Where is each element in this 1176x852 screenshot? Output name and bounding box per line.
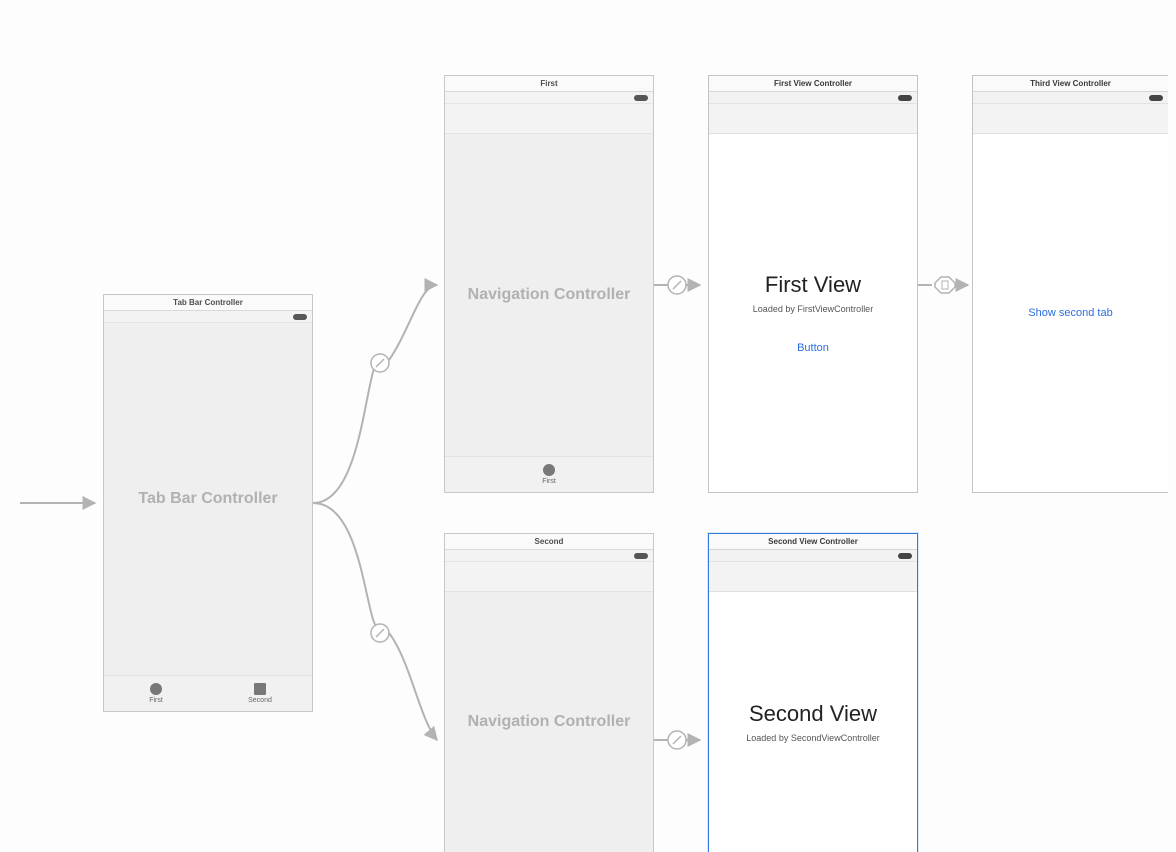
placeholder-label: Navigation Controller bbox=[468, 713, 631, 731]
scene-title-label: Third View Controller bbox=[1030, 79, 1111, 88]
view-subtitle: Loaded by SecondViewController bbox=[746, 733, 879, 743]
status-bar bbox=[973, 92, 1168, 104]
square-icon bbox=[254, 683, 266, 695]
show-second-tab-button[interactable]: Show second tab bbox=[1028, 307, 1112, 319]
tab-item-first[interactable]: First bbox=[104, 676, 208, 711]
tab-item-label: Second bbox=[248, 697, 272, 704]
tab-item-label: First bbox=[542, 478, 556, 485]
scene-title: First bbox=[445, 76, 653, 92]
tab-bar: First Second bbox=[104, 675, 312, 711]
tab-bar: First bbox=[445, 456, 653, 492]
tab-item-label: First bbox=[149, 697, 163, 704]
scene-title-label: Second View Controller bbox=[768, 537, 858, 546]
scene-body: Second View Loaded by SecondViewControll… bbox=[709, 592, 917, 852]
circle-icon bbox=[543, 464, 555, 476]
navigation-bar bbox=[973, 104, 1168, 134]
view-subtitle: Loaded by FirstViewController bbox=[753, 304, 873, 314]
scene-title-label: Second bbox=[535, 537, 564, 546]
scene-navigation-controller-second[interactable]: Second Navigation Controller bbox=[444, 533, 654, 852]
placeholder-label: Tab Bar Controller bbox=[138, 490, 277, 508]
scene-body: Show second tab bbox=[973, 134, 1168, 492]
scene-title: Tab Bar Controller bbox=[104, 295, 312, 311]
scene-title: Second bbox=[445, 534, 653, 550]
scene-title-label: First bbox=[540, 79, 557, 88]
battery-icon bbox=[898, 553, 912, 559]
scene-body: Navigation Controller bbox=[445, 592, 653, 852]
scene-first-view-controller[interactable]: First View Controller First View Loaded … bbox=[708, 75, 918, 493]
navigation-bar bbox=[709, 562, 917, 592]
scene-second-view-controller[interactable]: Second View Controller Second View Loade… bbox=[708, 533, 918, 852]
scene-title-label: First View Controller bbox=[774, 79, 852, 88]
tab-item-second[interactable]: Second bbox=[208, 676, 312, 711]
battery-icon bbox=[898, 95, 912, 101]
view-heading: First View bbox=[765, 272, 861, 298]
battery-icon bbox=[1149, 95, 1163, 101]
navigation-bar bbox=[445, 104, 653, 134]
scene-navigation-controller-first[interactable]: First Navigation Controller First bbox=[444, 75, 654, 493]
status-bar bbox=[709, 550, 917, 562]
circle-icon bbox=[150, 683, 162, 695]
status-bar bbox=[709, 92, 917, 104]
navigation-bar bbox=[709, 104, 917, 134]
status-bar bbox=[445, 550, 653, 562]
scene-body: Tab Bar Controller bbox=[104, 323, 312, 675]
scene-third-view-controller[interactable]: Third View Controller Show second tab bbox=[972, 75, 1168, 493]
tab-item-first[interactable]: First bbox=[445, 457, 653, 492]
placeholder-label: Navigation Controller bbox=[468, 286, 631, 304]
status-bar bbox=[445, 92, 653, 104]
battery-icon bbox=[634, 95, 648, 101]
scene-body: First View Loaded by FirstViewController… bbox=[709, 134, 917, 492]
scene-body: Navigation Controller bbox=[445, 134, 653, 456]
battery-icon bbox=[634, 553, 648, 559]
scene-title: Second View Controller bbox=[709, 534, 917, 550]
scene-tab-bar-controller[interactable]: Tab Bar Controller Tab Bar Controller Fi… bbox=[103, 294, 313, 712]
navigation-bar bbox=[445, 562, 653, 592]
status-bar bbox=[104, 311, 312, 323]
scene-title: Third View Controller bbox=[973, 76, 1168, 92]
scene-title-label: Tab Bar Controller bbox=[173, 298, 243, 307]
battery-icon bbox=[293, 314, 307, 320]
view-heading: Second View bbox=[749, 701, 877, 727]
scene-title: First View Controller bbox=[709, 76, 917, 92]
button[interactable]: Button bbox=[797, 342, 829, 354]
